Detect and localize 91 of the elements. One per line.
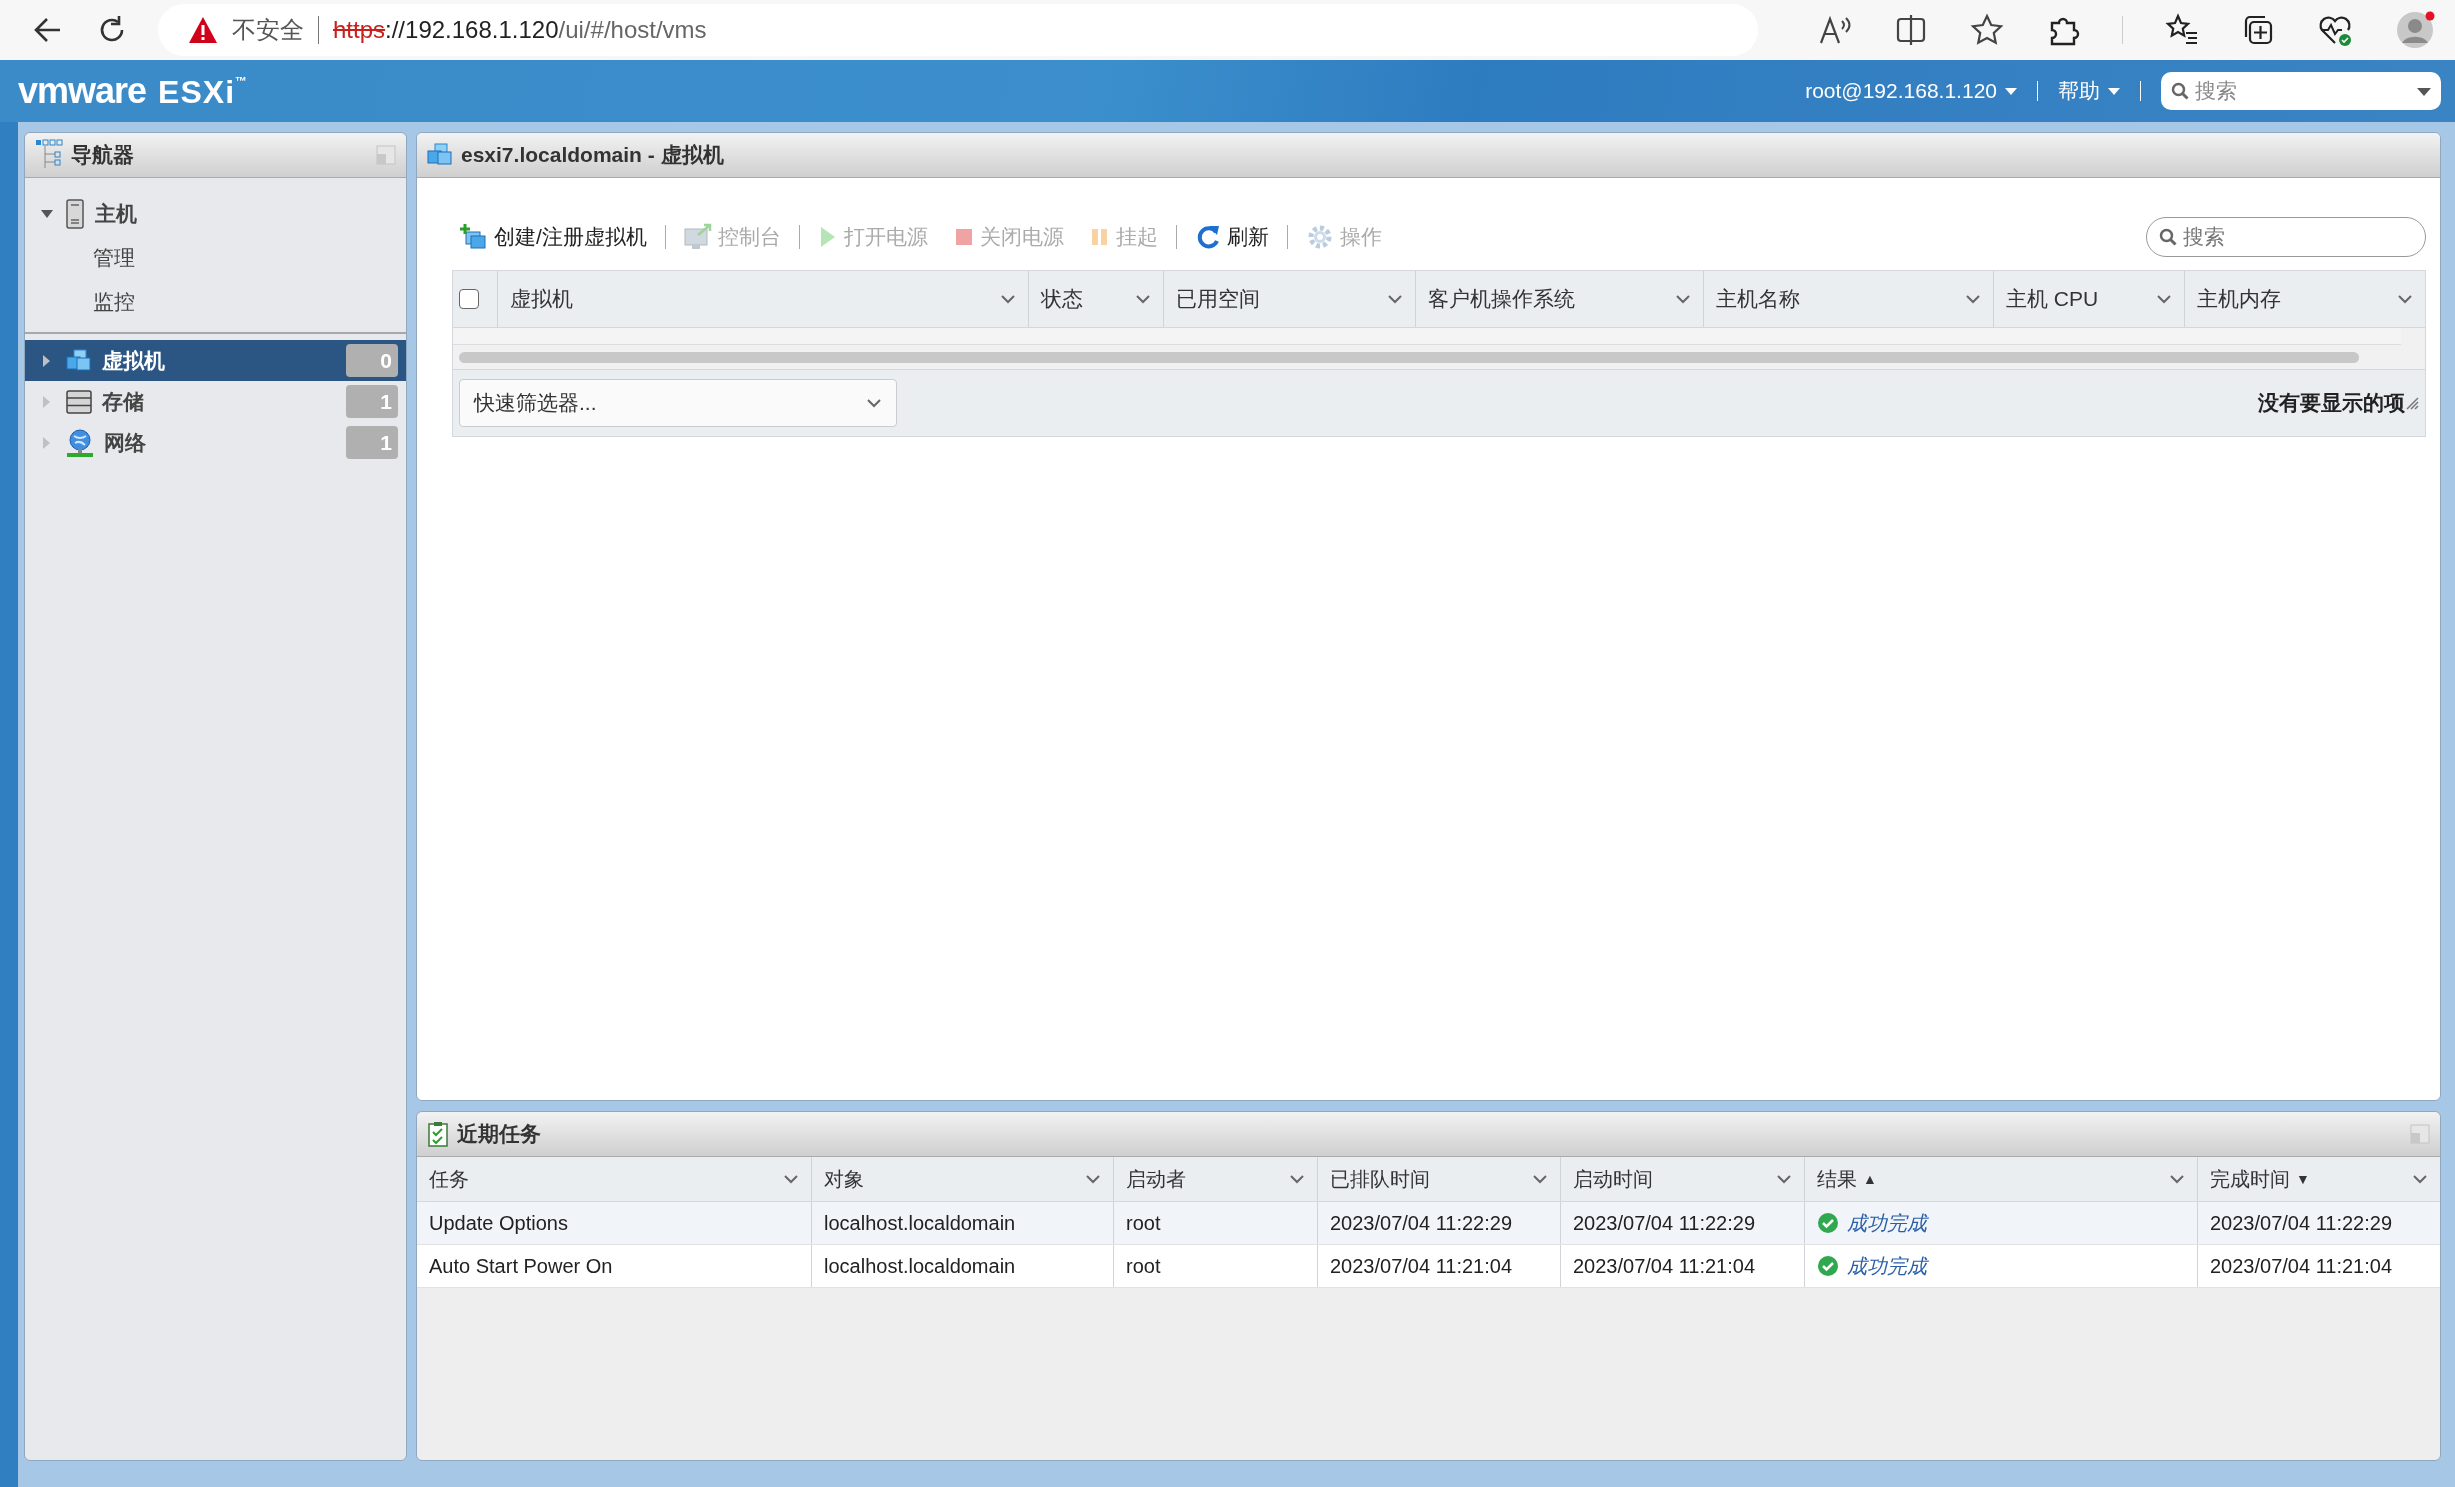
add-vm-icon: [460, 223, 488, 251]
tree-item[interactable]: 管理: [25, 236, 406, 280]
toolbar-button[interactable]: 刷新: [1194, 223, 1269, 251]
tree-item[interactable]: 主机: [25, 192, 406, 236]
column-header[interactable]: 主机 CPU: [1994, 271, 2185, 327]
navigator-item[interactable]: 虚拟机 0: [25, 340, 406, 381]
clipboard-check-icon: [427, 1121, 449, 1147]
table-cell: localhost.localdomain: [812, 1245, 1114, 1287]
chevron-down-icon: [2156, 294, 2172, 304]
column-header[interactable]: 已用空间: [1164, 271, 1416, 327]
tree-item[interactable]: 监控: [25, 280, 406, 324]
toolbar-button[interactable]: 创建/注册虚拟机: [460, 223, 647, 251]
column-header[interactable]: 主机名称: [1704, 271, 1994, 327]
table-cell: 2023/07/04 11:21:04: [1318, 1245, 1561, 1287]
pause-icon: [1089, 227, 1110, 247]
column-header[interactable]: 主机内存: [2185, 271, 2425, 327]
server-icon: [65, 199, 85, 229]
url-text: https://192.168.1.120/ui/#/host/vms: [333, 16, 707, 44]
panel-title: esxi7.localdomain - 虚拟机: [461, 142, 724, 168]
address-bar[interactable]: 不安全 https://192.168.1.120/ui/#/host/vms: [158, 4, 1758, 56]
column-header[interactable]: 已排队时间: [1318, 1157, 1561, 1201]
sort-indicator[interactable]: ▲: [1863, 1171, 1877, 1187]
warning-icon: [188, 16, 218, 44]
chevron-down-icon: [1776, 1174, 1792, 1184]
table-cell: Update Options: [417, 1202, 812, 1244]
table-cell: localhost.localdomain: [812, 1202, 1114, 1244]
chevron-down-icon: [1085, 1174, 1101, 1184]
network-icon: [66, 428, 94, 457]
table-cell: Auto Start Power On: [417, 1245, 812, 1287]
chevron-down-icon: [2169, 1174, 2185, 1184]
column-header[interactable]: 任务: [417, 1157, 812, 1201]
virtual-machine-icon: [427, 143, 453, 167]
health-icon[interactable]: [2317, 13, 2353, 47]
search-icon: [2159, 228, 2177, 246]
panel-title: 导航器: [71, 142, 134, 168]
chevron-down-icon: [866, 398, 882, 408]
search-icon: [2171, 82, 2189, 100]
status-text: 没有要显示的项: [2258, 390, 2405, 416]
column-header[interactable]: 状态: [1029, 271, 1164, 327]
storage-icon: [66, 389, 92, 414]
avatar-icon[interactable]: [2395, 10, 2435, 50]
quick-filter-dropdown[interactable]: 快速筛选器...: [459, 379, 897, 427]
result-link[interactable]: 成功完成: [1847, 1209, 1927, 1237]
chevron-down-icon: [783, 1174, 799, 1184]
count-badge: 0: [346, 344, 398, 377]
star-icon[interactable]: [1970, 13, 2004, 47]
checkbox[interactable]: [459, 289, 479, 309]
expand-arrow-icon[interactable]: [41, 210, 53, 218]
favorites-icon[interactable]: [2165, 13, 2199, 47]
virtual-machine-icon: [66, 348, 92, 373]
chevron-down-icon: [1675, 294, 1691, 304]
split-screen-icon[interactable]: [1894, 13, 1928, 47]
column-header[interactable]: 完成时间 ▼: [2198, 1157, 2440, 1201]
panel-title: 近期任务: [457, 1121, 541, 1147]
column-header[interactable]: 对象: [812, 1157, 1114, 1201]
column-header[interactable]: 启动者: [1114, 1157, 1318, 1201]
search-field[interactable]: 搜索: [2161, 72, 2441, 110]
column-header[interactable]: 虚拟机: [498, 271, 1029, 327]
count-badge: 1: [346, 426, 398, 459]
resize-grip-icon[interactable]: [2405, 396, 2419, 410]
vmware-esxi-logo: vmware ESXi™: [18, 70, 248, 112]
column-header[interactable]: 启动时间: [1561, 1157, 1805, 1201]
chevron-down-icon: [1965, 294, 1981, 304]
table-cell-text: 2023/07/04 11:21:04: [2209, 1253, 2394, 1279]
table-cell: 2023/07/04 11:21:04: [1561, 1245, 1805, 1287]
chevron-down-icon: [1135, 294, 1151, 304]
console-icon: [683, 223, 712, 251]
result-link[interactable]: 成功完成: [1847, 1252, 1927, 1280]
table-cell: root: [1114, 1245, 1318, 1287]
column-header[interactable]: 结果 ▲: [1805, 1157, 2198, 1201]
scrollbar-thumb[interactable]: [459, 351, 2359, 363]
chevron-down-icon: [1387, 294, 1403, 304]
help-menu[interactable]: 帮助: [2038, 77, 2140, 105]
navigator-item[interactable]: 网络 1: [25, 422, 406, 463]
chevron-down-icon: [2412, 1174, 2428, 1184]
chevron-down-icon: [1289, 1174, 1305, 1184]
chevron-down-icon: [2397, 294, 2413, 304]
navigator-item[interactable]: 存储 1: [25, 381, 406, 422]
table-cell: root: [1114, 1202, 1318, 1244]
table-cell-text: 2023/07/04 11:22:29: [2209, 1210, 2394, 1236]
table-cell: 2023/07/04 11:22:29: [1561, 1202, 1805, 1244]
navigator-icon: [35, 139, 63, 171]
sort-indicator[interactable]: ▼: [2296, 1171, 2310, 1187]
column-header[interactable]: 客户机操作系统: [1416, 271, 1704, 327]
table-cell: 2023/07/04 11:22:29: [1318, 1202, 1561, 1244]
stop-icon: [953, 227, 974, 247]
user-menu[interactable]: root@192.168.1.120: [1785, 79, 2037, 103]
chevron-down-icon: [1532, 1174, 1548, 1184]
security-label[interactable]: 不安全: [232, 14, 304, 46]
chevron-down-icon: [1000, 294, 1016, 304]
count-badge: 1: [346, 385, 398, 418]
